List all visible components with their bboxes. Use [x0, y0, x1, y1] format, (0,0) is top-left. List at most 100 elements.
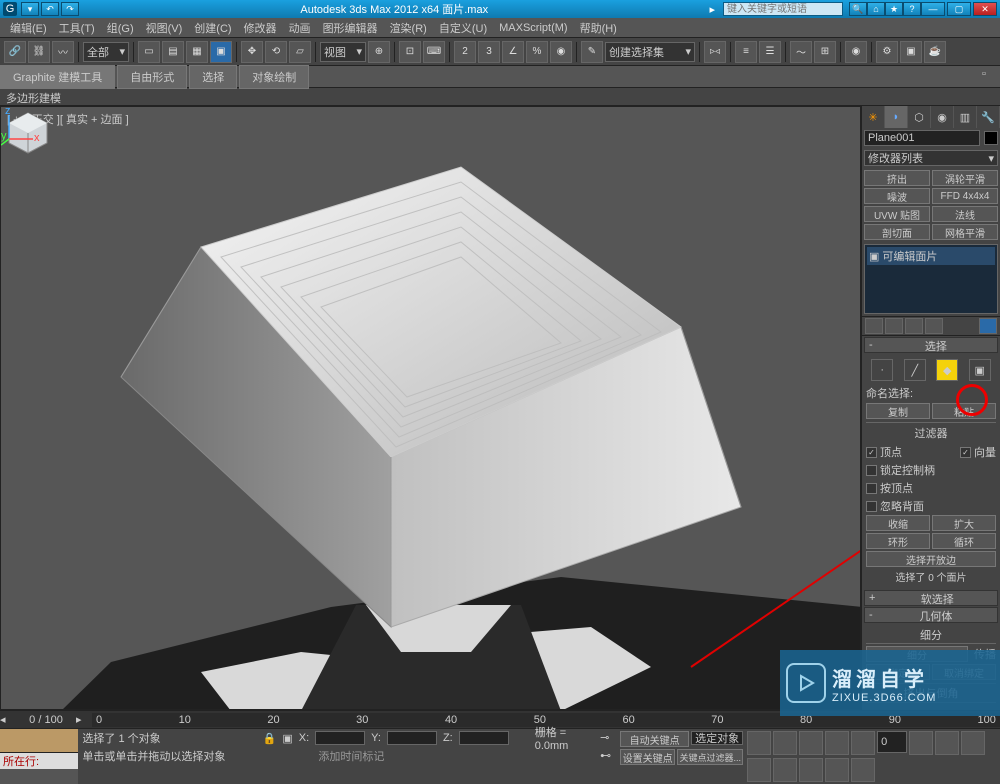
mirror-icon[interactable]: ▹◃: [704, 41, 726, 63]
polymodel-label[interactable]: 多边形建模: [6, 93, 61, 105]
help-icon[interactable]: ?: [903, 2, 921, 16]
select-icon[interactable]: ▭: [138, 41, 160, 63]
snap-2d-icon[interactable]: 2: [454, 41, 476, 63]
menu-group[interactable]: 组(G): [101, 20, 140, 36]
chk-vectors[interactable]: ✓: [960, 447, 971, 458]
btn-extrude[interactable]: 挤出: [864, 170, 930, 186]
btn-setkey[interactable]: 设置关键点: [620, 749, 675, 765]
search-input[interactable]: [723, 2, 843, 16]
nav-zoom-all-icon[interactable]: [961, 731, 985, 755]
tab-create-icon[interactable]: ✳: [862, 106, 885, 128]
object-name-input[interactable]: Plane001: [864, 130, 980, 146]
pin-stack-icon[interactable]: [865, 318, 883, 334]
render-frame-icon[interactable]: ▣: [900, 41, 922, 63]
tab-graphite[interactable]: Graphite 建模工具: [0, 65, 115, 89]
btn-autokey[interactable]: 自动关键点: [620, 731, 689, 747]
percent-snap-icon[interactable]: %: [526, 41, 548, 63]
select-manipulate-icon[interactable]: ⊡: [399, 41, 421, 63]
key-mode-icon[interactable]: ⊸: [600, 731, 618, 747]
menu-animation[interactable]: 动画: [283, 20, 317, 36]
lock-icon[interactable]: 🔒: [263, 732, 277, 745]
subobj-vertex-icon[interactable]: ·: [871, 359, 893, 381]
tab-utilities-icon[interactable]: 🔧: [977, 106, 1000, 128]
nav-max-toggle-icon[interactable]: [851, 758, 875, 782]
select-name-icon[interactable]: ▤: [162, 41, 184, 63]
move-icon[interactable]: ✥: [241, 41, 263, 63]
make-unique-icon[interactable]: [905, 318, 923, 334]
layers-icon[interactable]: ☰: [759, 41, 781, 63]
keyboard-shortcut-icon[interactable]: ⌨: [423, 41, 445, 63]
maximize-button[interactable]: ▢: [947, 2, 971, 16]
set-key-icon[interactable]: ⊷: [600, 749, 618, 765]
rollout-geometry[interactable]: -几何体: [864, 607, 998, 623]
subobj-element-icon[interactable]: ▣: [969, 359, 991, 381]
nav-play-icon[interactable]: [799, 731, 823, 755]
pivot-icon[interactable]: ⊕: [368, 41, 390, 63]
subobj-edge-icon[interactable]: ╱: [904, 359, 926, 381]
tab-paint[interactable]: 对象绘制: [239, 65, 309, 89]
menu-views[interactable]: 视图(V): [140, 20, 189, 36]
chk-lock-handles[interactable]: [866, 465, 877, 476]
chk-vertices[interactable]: ✓: [866, 447, 877, 458]
material-editor-icon[interactable]: ◉: [845, 41, 867, 63]
btn-noise[interactable]: 噪波: [864, 188, 930, 204]
script-listener[interactable]: 所在行:: [0, 729, 78, 784]
named-selection-dropdown[interactable]: 创建选择集▾: [605, 42, 695, 62]
btn-shrink[interactable]: 收缩: [866, 515, 930, 531]
selection-filter-dropdown[interactable]: 全部▾: [83, 42, 129, 62]
btn-chamfer[interactable]: 剖切面: [864, 224, 930, 240]
stack-item-editable-patch[interactable]: ▣可编辑面片: [867, 247, 995, 265]
menu-modifiers[interactable]: 修改器: [238, 20, 283, 36]
spinner-snap-icon[interactable]: ◉: [550, 41, 572, 63]
ref-coord-dropdown[interactable]: 视图▾: [320, 42, 366, 62]
time-current[interactable]: 0 / 100: [16, 714, 76, 726]
btn-grow[interactable]: 扩大: [932, 515, 996, 531]
time-prev-icon[interactable]: ◂: [0, 713, 16, 727]
align-icon[interactable]: ≡: [735, 41, 757, 63]
btn-meshsmooth[interactable]: 网格平滑: [932, 224, 998, 240]
render-setup-icon[interactable]: ⚙: [876, 41, 898, 63]
curve-editor-icon[interactable]: 〜: [790, 41, 812, 63]
nav-prev-frame-icon[interactable]: [773, 731, 797, 755]
nav-fov-icon[interactable]: [773, 758, 797, 782]
btn-loop[interactable]: 循环: [932, 533, 996, 549]
nav-time-config-icon[interactable]: [909, 731, 933, 755]
nav-orbit-icon[interactable]: [825, 758, 849, 782]
nav-zoom-icon[interactable]: [935, 731, 959, 755]
nav-goto-start-icon[interactable]: [747, 731, 771, 755]
app-icon[interactable]: G: [3, 2, 17, 16]
btn-ffd[interactable]: FFD 4x4x4: [932, 188, 998, 204]
angle-snap-icon[interactable]: ∠: [502, 41, 524, 63]
menu-maxscript[interactable]: MAXScript(M): [493, 22, 573, 34]
favorites-icon[interactable]: ★: [885, 2, 903, 16]
menu-customize[interactable]: 自定义(U): [433, 20, 493, 36]
tab-display-icon[interactable]: ▥: [954, 106, 977, 128]
scale-icon[interactable]: ▱: [289, 41, 311, 63]
bind-spacewarp-icon[interactable]: 〰: [52, 41, 74, 63]
btn-keyfilter[interactable]: 关键点过滤器...: [677, 749, 743, 765]
btn-uvw[interactable]: UVW 贴图: [864, 206, 930, 222]
tab-freeform[interactable]: 自由形式: [117, 65, 187, 89]
subscription-icon[interactable]: ⌂: [867, 2, 885, 16]
show-end-icon[interactable]: [885, 318, 903, 334]
coord-z-input[interactable]: [459, 731, 509, 745]
configure-sets-icon[interactable]: [979, 318, 997, 334]
coord-x-input[interactable]: [315, 731, 365, 745]
nav-zoom-extents-icon[interactable]: [747, 758, 771, 782]
chk-ignore-backfacing[interactable]: [866, 501, 877, 512]
tab-selection[interactable]: 选择: [189, 65, 237, 89]
rotate-icon[interactable]: ⟲: [265, 41, 287, 63]
ribbon-min-icon[interactable]: ▫: [982, 68, 1000, 86]
btn-select-open-edges[interactable]: 选择开放边: [866, 551, 996, 567]
remove-mod-icon[interactable]: [925, 318, 943, 334]
window-crossing-icon[interactable]: ▣: [210, 41, 232, 63]
qat-buttons[interactable]: ▾↶↷: [21, 2, 79, 16]
select-region-icon[interactable]: ▦: [186, 41, 208, 63]
menu-help[interactable]: 帮助(H): [574, 20, 623, 36]
tab-hierarchy-icon[interactable]: ⬡: [908, 106, 931, 128]
modifier-list-dropdown[interactable]: 修改器列表▾: [864, 150, 998, 166]
menu-create[interactable]: 创建(C): [188, 20, 237, 36]
object-color-swatch[interactable]: [984, 131, 998, 145]
menu-graph[interactable]: 图形编辑器: [317, 20, 384, 36]
viewport[interactable]: [ + ][ 正交 ][ 真实 + 边面 ]: [0, 106, 861, 710]
